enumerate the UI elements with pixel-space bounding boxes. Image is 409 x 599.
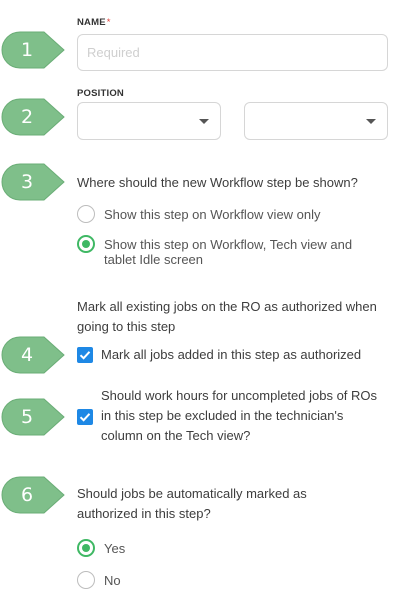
name-label-text: NAME xyxy=(77,17,106,28)
name-label: NAME* xyxy=(77,17,111,28)
marker-number: 2 xyxy=(20,106,34,128)
caret-down-icon xyxy=(199,119,209,124)
authorize-checkbox[interactable] xyxy=(77,347,93,363)
show-step-question: Where should the new Workflow step be sh… xyxy=(77,175,358,190)
step-marker-5: 5 xyxy=(0,397,66,437)
checkbox-label: Should work hours for uncompleted jobs o… xyxy=(101,388,378,443)
step-marker-2: 2 xyxy=(0,97,66,137)
step-marker-6: 6 xyxy=(0,475,66,515)
radio-workflow-tech-tablet[interactable]: Show this step on Workflow, Tech view an… xyxy=(77,235,384,267)
checkmark-icon xyxy=(79,413,91,422)
caret-down-icon xyxy=(366,119,376,124)
radio-yes[interactable]: Yes xyxy=(77,539,125,557)
radio-label: Show this step on Workflow view only xyxy=(104,207,321,222)
exclude-hours-checkbox[interactable] xyxy=(77,409,93,425)
exclude-hours-checkbox-row[interactable]: Should work hours for uncompleted jobs o… xyxy=(77,386,381,446)
required-mark: * xyxy=(106,17,111,28)
radio-selected[interactable] xyxy=(77,539,95,557)
position-select-secondary[interactable] xyxy=(244,102,388,140)
checkbox-label: Mark all jobs added in this step as auth… xyxy=(101,347,362,362)
radio-unselected[interactable] xyxy=(77,205,95,223)
marker-number: 6 xyxy=(20,484,34,506)
radio-unselected[interactable] xyxy=(77,571,95,589)
marker-number: 4 xyxy=(20,344,34,366)
authorize-existing-description: Mark all existing jobs on the RO as auth… xyxy=(77,299,377,334)
marker-number: 3 xyxy=(20,171,34,193)
radio-no[interactable]: No xyxy=(77,571,121,589)
marker-number: 5 xyxy=(20,406,34,428)
position-label: POSITION xyxy=(77,88,124,99)
step-marker-4: 4 xyxy=(0,335,66,375)
radio-label: Yes xyxy=(104,541,126,556)
radio-label: Show this step on Workflow, Tech view an… xyxy=(104,237,353,267)
radio-selected[interactable] xyxy=(77,235,95,253)
name-input[interactable] xyxy=(77,34,388,71)
authorize-checkbox-row[interactable]: Mark all jobs added in this step as auth… xyxy=(77,345,361,365)
checkmark-icon xyxy=(79,351,91,360)
radio-workflow-only[interactable]: Show this step on Workflow view only xyxy=(77,205,321,223)
step-marker-1: 1 xyxy=(0,30,66,70)
marker-number: 1 xyxy=(20,39,34,61)
step-marker-3: 3 xyxy=(0,162,66,202)
auto-authorize-question: Should jobs be automatically marked as a… xyxy=(77,486,307,521)
position-select-primary[interactable] xyxy=(77,102,221,140)
radio-label: No xyxy=(104,573,121,588)
